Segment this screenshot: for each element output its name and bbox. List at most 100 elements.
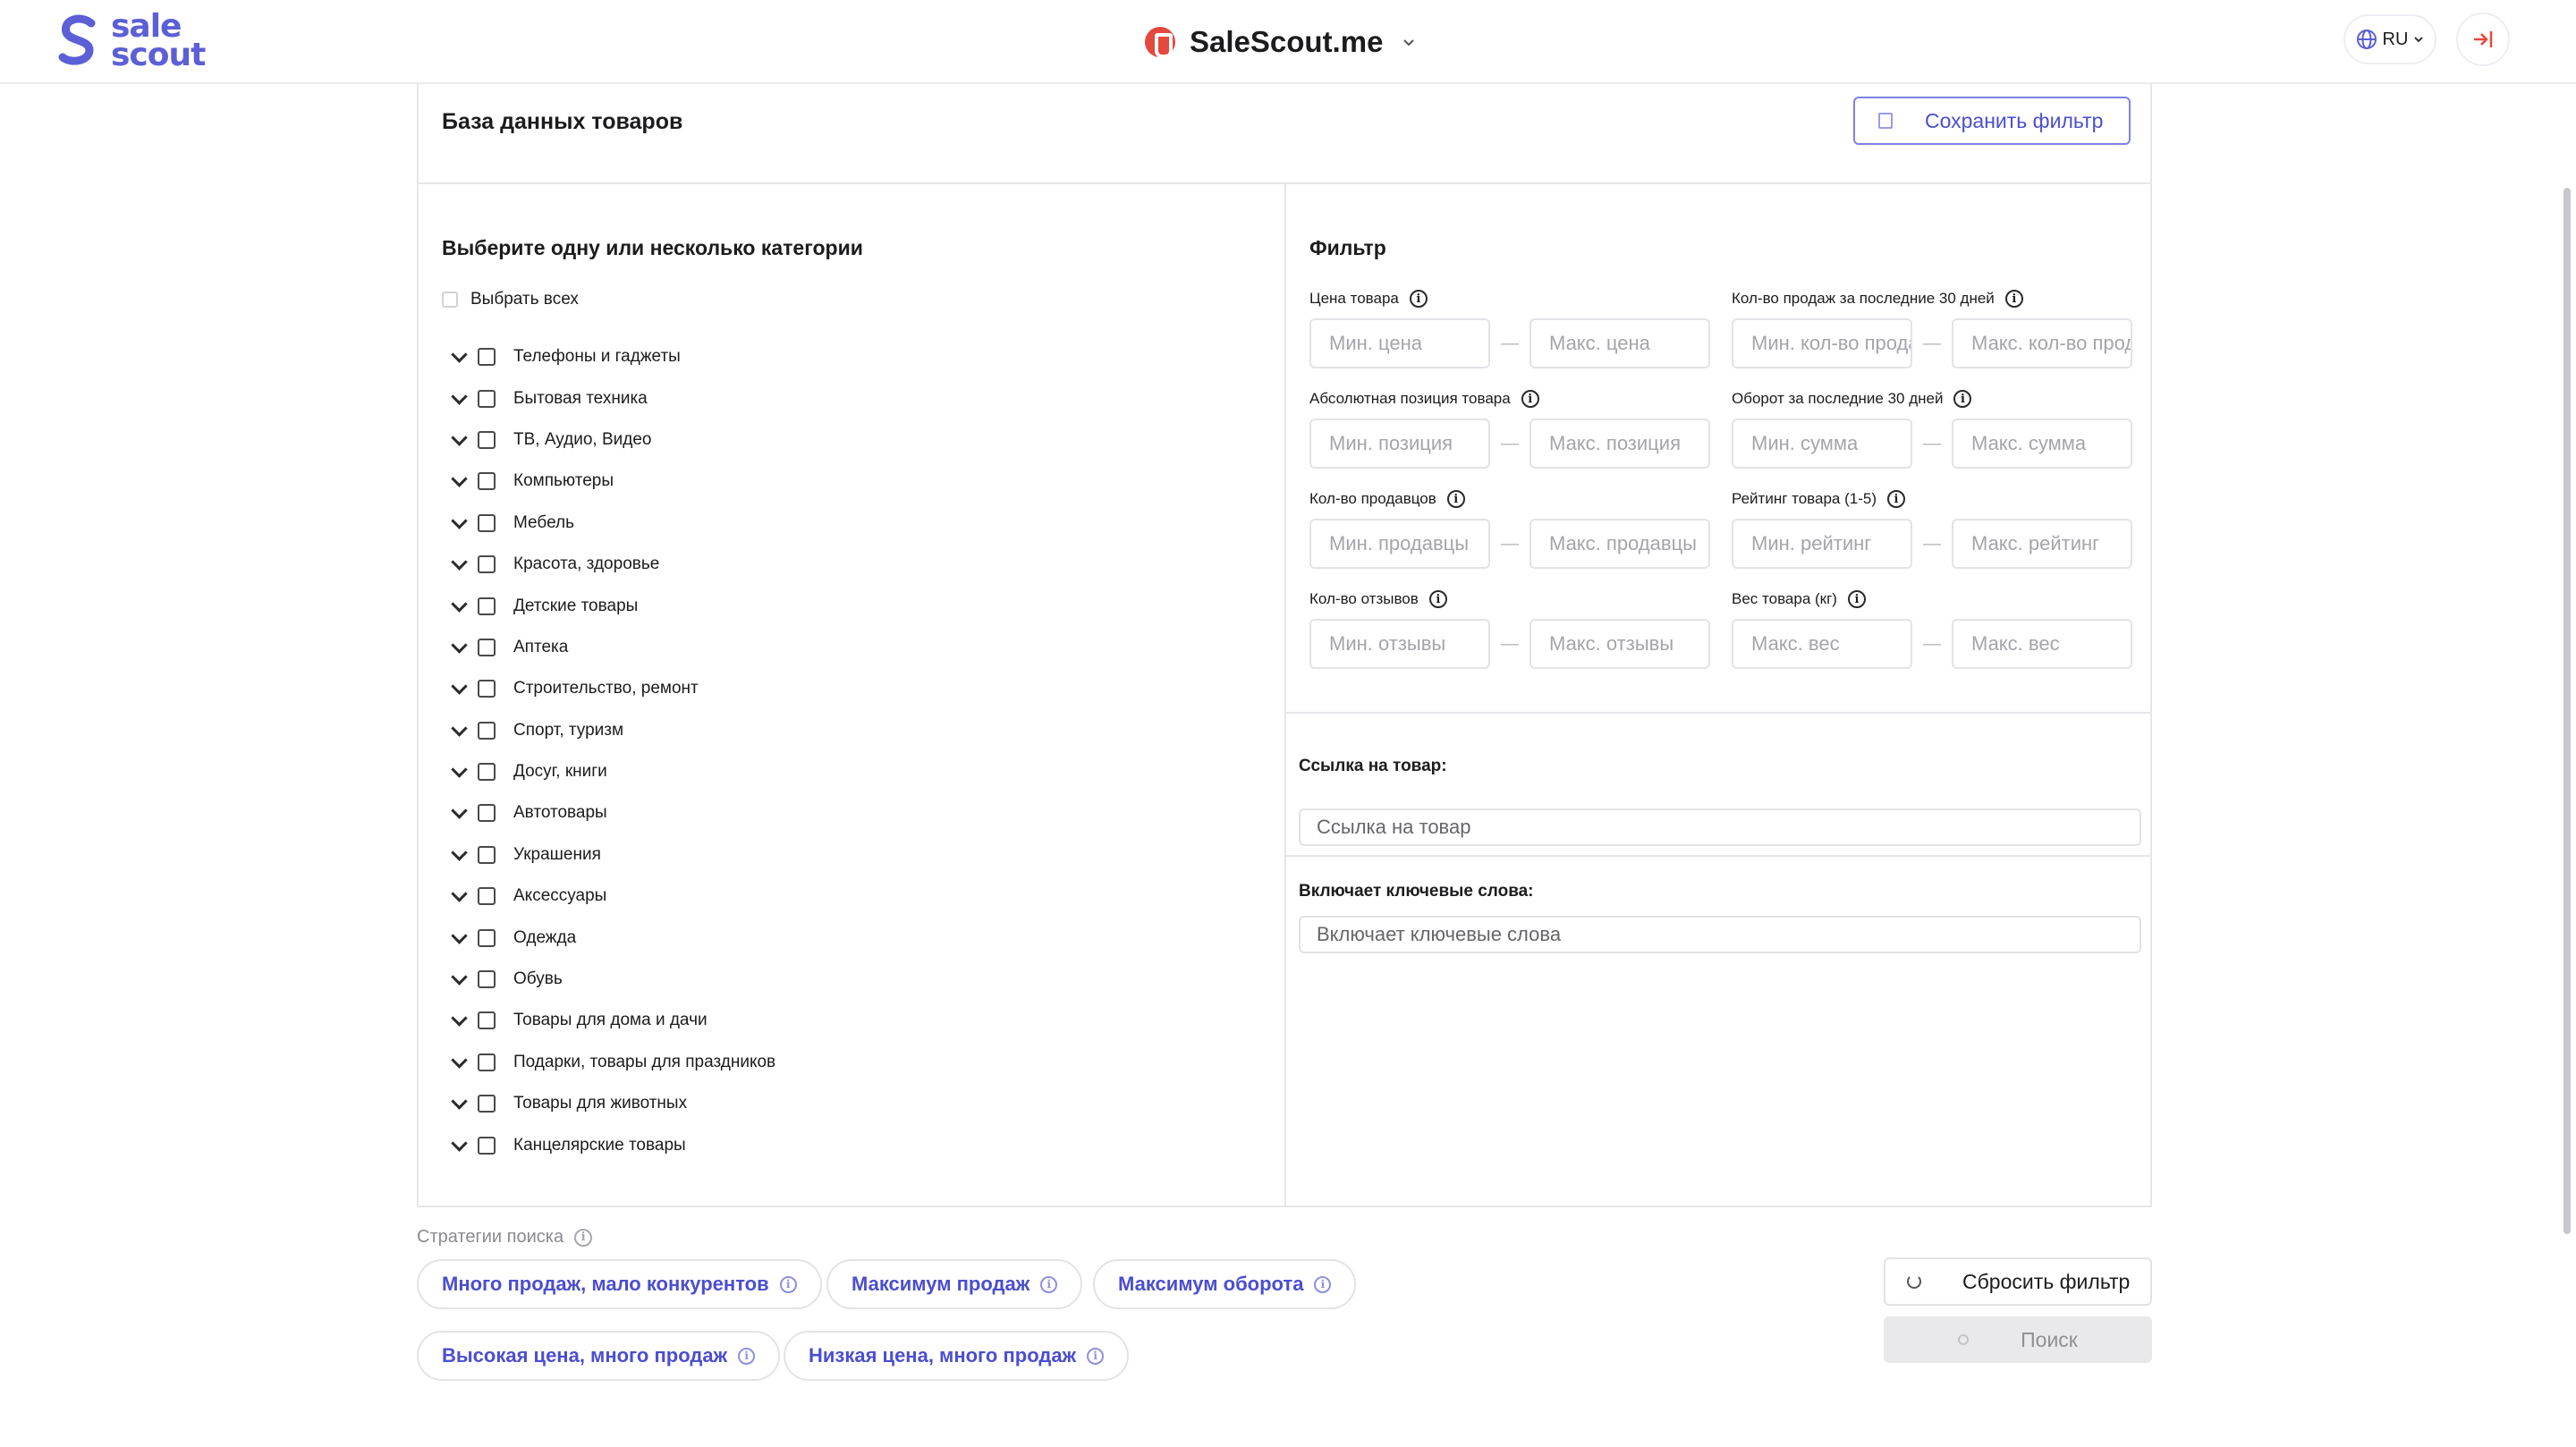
info-icon[interactable]: i: [1314, 1275, 1332, 1293]
strategy-max-sales[interactable]: Максимум продаж i: [826, 1259, 1083, 1309]
category-checkbox[interactable]: [478, 763, 496, 782]
category-item[interactable]: Автотовары: [451, 792, 1256, 834]
chevron-down-icon[interactable]: [451, 888, 467, 904]
save-filter-button[interactable]: Сохранить фильтр: [1853, 97, 2131, 145]
search-button[interactable]: Поиск: [1884, 1316, 2152, 1363]
max-reviews-input[interactable]: [1530, 619, 1710, 669]
info-icon[interactable]: i: [1409, 290, 1428, 308]
chevron-down-icon[interactable]: [451, 349, 467, 365]
max-weight-input[interactable]: [1952, 619, 2132, 669]
chevron-down-icon[interactable]: [451, 930, 467, 946]
min-rating-input[interactable]: [1732, 519, 1912, 569]
chevron-down-icon[interactable]: [451, 681, 467, 697]
category-item[interactable]: Детские товары: [451, 585, 1256, 626]
max-sales-input[interactable]: [1952, 318, 2132, 368]
category-checkbox[interactable]: [478, 513, 496, 532]
category-checkbox[interactable]: [478, 1095, 496, 1113]
category-checkbox[interactable]: [478, 430, 496, 449]
info-icon[interactable]: i: [1087, 1347, 1105, 1365]
category-item[interactable]: Одежда: [451, 917, 1256, 958]
select-all-checkbox[interactable]: Выбрать всех: [442, 290, 579, 309]
category-checkbox[interactable]: [478, 721, 496, 740]
info-icon[interactable]: i: [738, 1347, 756, 1365]
product-link-input[interactable]: [1299, 808, 2141, 846]
chevron-down-icon[interactable]: [451, 391, 467, 407]
max-price-input[interactable]: [1530, 318, 1710, 368]
checkbox[interactable]: [442, 292, 458, 308]
language-selector[interactable]: RU: [2343, 14, 2436, 64]
min-sellers-input[interactable]: [1309, 519, 1490, 569]
category-item[interactable]: ТВ, Аудио, Видео: [451, 419, 1256, 461]
min-reviews-input[interactable]: [1309, 619, 1490, 669]
chevron-down-icon[interactable]: [451, 598, 467, 614]
category-checkbox[interactable]: [478, 804, 496, 823]
category-checkbox[interactable]: [478, 845, 496, 864]
category-checkbox[interactable]: [478, 680, 496, 698]
category-checkbox[interactable]: [478, 887, 496, 906]
chevron-down-icon[interactable]: [451, 1096, 467, 1112]
min-sales-input[interactable]: [1732, 318, 1912, 368]
chevron-down-icon[interactable]: [451, 515, 467, 531]
info-icon[interactable]: i: [1521, 390, 1539, 408]
keywords-input[interactable]: [1299, 916, 2141, 953]
category-checkbox[interactable]: [478, 1011, 496, 1030]
info-icon[interactable]: i: [1953, 390, 1972, 408]
min-turnover-input[interactable]: [1732, 419, 1912, 469]
category-item[interactable]: Строительство, ремонт: [451, 668, 1256, 709]
info-icon[interactable]: i: [1428, 590, 1447, 608]
min-position-input[interactable]: [1309, 419, 1490, 469]
strategy-many-sales-few-competitors[interactable]: Много продаж, мало конкурентов i: [417, 1259, 822, 1309]
category-item[interactable]: Мебель: [451, 503, 1256, 544]
min-price-input[interactable]: [1309, 318, 1490, 368]
chevron-down-icon[interactable]: [451, 1138, 467, 1154]
chevron-down-icon[interactable]: [451, 847, 467, 863]
category-checkbox[interactable]: [478, 472, 496, 491]
reset-filter-button[interactable]: Сбросить фильтр: [1884, 1257, 2152, 1306]
max-position-input[interactable]: [1530, 419, 1710, 469]
category-item[interactable]: Компьютеры: [451, 461, 1256, 502]
chevron-down-icon[interactable]: [451, 556, 467, 572]
info-icon[interactable]: i: [2004, 290, 2023, 308]
chevron-down-icon[interactable]: [451, 805, 467, 821]
chevron-down-icon[interactable]: [451, 639, 467, 656]
category-item[interactable]: Аксессуары: [451, 876, 1256, 917]
max-sellers-input[interactable]: [1530, 519, 1710, 569]
category-checkbox[interactable]: [478, 389, 496, 408]
chevron-down-icon[interactable]: [451, 1054, 467, 1070]
category-item[interactable]: Товары для животных: [451, 1083, 1256, 1124]
category-item[interactable]: Аптека: [451, 627, 1256, 668]
info-icon[interactable]: i: [574, 1228, 593, 1247]
category-checkbox[interactable]: [478, 928, 496, 947]
category-checkbox[interactable]: [478, 555, 496, 574]
min-weight-input[interactable]: [1732, 619, 1912, 669]
salescout-logo[interactable]: sale scout: [57, 11, 227, 72]
category-item[interactable]: Бытовая техника: [451, 377, 1256, 419]
chevron-down-icon[interactable]: [451, 432, 467, 448]
category-item[interactable]: Товары для дома и дачи: [451, 1000, 1256, 1041]
category-checkbox[interactable]: [478, 638, 496, 656]
category-item[interactable]: Канцелярские товары: [451, 1124, 1256, 1165]
chevron-down-icon[interactable]: [451, 723, 467, 739]
category-item[interactable]: Досуг, книги: [451, 751, 1256, 792]
category-checkbox[interactable]: [478, 970, 496, 989]
category-item[interactable]: Телефоны и гаджеты: [451, 336, 1256, 377]
max-rating-input[interactable]: [1952, 519, 2132, 569]
category-checkbox[interactable]: [478, 597, 496, 615]
info-icon[interactable]: i: [1847, 590, 1866, 608]
category-checkbox[interactable]: [478, 348, 496, 367]
category-checkbox[interactable]: [478, 1136, 496, 1155]
chevron-down-icon[interactable]: [451, 764, 467, 780]
info-icon[interactable]: i: [1446, 490, 1465, 508]
category-checkbox[interactable]: [478, 1053, 496, 1071]
category-item[interactable]: Спорт, туризм: [451, 710, 1256, 751]
chevron-down-icon[interactable]: [451, 473, 467, 489]
category-item[interactable]: Подарки, товары для праздников: [451, 1042, 1256, 1083]
chevron-down-icon[interactable]: [451, 1012, 467, 1028]
info-icon[interactable]: i: [779, 1275, 797, 1293]
info-icon[interactable]: i: [1040, 1275, 1058, 1293]
store-selector[interactable]: SaleScout.me: [1145, 20, 1415, 64]
chevron-down-icon[interactable]: [451, 971, 467, 987]
category-item[interactable]: Украшения: [451, 834, 1256, 876]
strategy-low-price-many-sales[interactable]: Низкая цена, много продаж i: [784, 1331, 1130, 1381]
info-icon[interactable]: i: [1887, 490, 1906, 508]
